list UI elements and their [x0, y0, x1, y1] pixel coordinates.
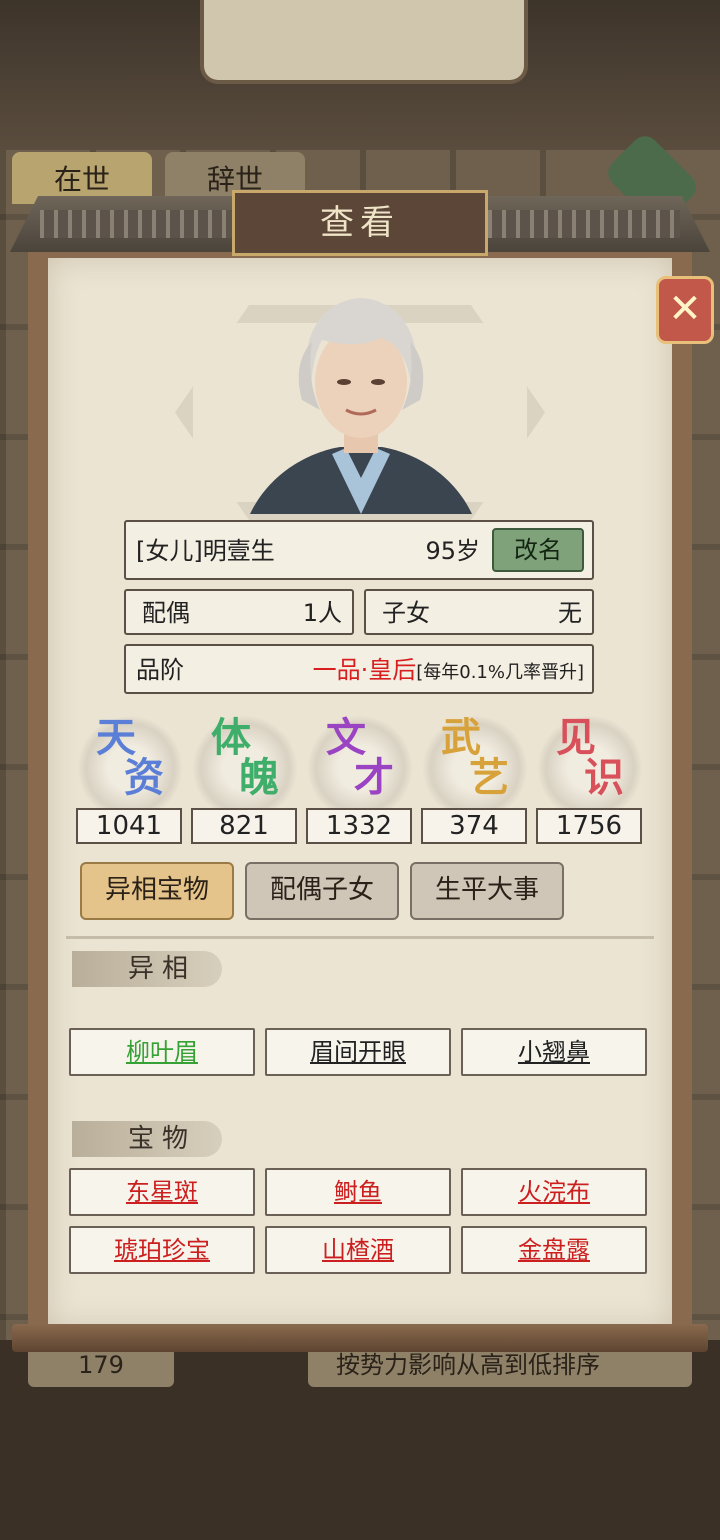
treasure-item[interactable]: 火浣布: [461, 1168, 647, 1216]
tab-spouse-children[interactable]: 配偶子女: [245, 862, 399, 920]
stat-physique-name: 体 魄: [193, 718, 297, 798]
rank-info: 一品·皇后[每年0.1%几率晋升]: [313, 646, 584, 697]
stat-aptitude-char2: 资: [124, 755, 164, 801]
treasure-item[interactable]: 金盘露: [461, 1226, 647, 1274]
dialog-scroll-bottom: [12, 1324, 708, 1352]
trait-item[interactable]: 柳叶眉: [69, 1028, 255, 1076]
background-painting: [200, 0, 528, 84]
stat-aptitude-char1: 天: [96, 715, 136, 761]
character-name: [女儿]明壹生: [136, 537, 275, 565]
stat-insight-value: 1756: [536, 808, 642, 844]
treasure-item[interactable]: 琥珀珍宝: [69, 1226, 255, 1274]
stat-literary-value: 1332: [306, 808, 412, 844]
stat-martial-value: 374: [421, 808, 527, 844]
rank-value: 一品·皇后: [312, 656, 417, 684]
trait-item[interactable]: 小翘鼻: [461, 1028, 647, 1076]
rank-label: 品阶: [136, 656, 184, 684]
stat-physique-value: 821: [191, 808, 297, 844]
character-portrait: [250, 298, 472, 514]
treasure-item[interactable]: 山楂酒: [265, 1226, 451, 1274]
spouse-label: 配偶: [142, 599, 190, 627]
stat-martial-char2: 艺: [469, 755, 509, 801]
dialog-title: 查看: [232, 190, 488, 256]
stat-insight-char2: 识: [584, 755, 624, 801]
children-value: 无: [558, 599, 582, 627]
stat-insight-name: 见 识: [538, 718, 642, 798]
close-icon[interactable]: ✕: [656, 276, 714, 344]
rename-button[interactable]: 改名: [492, 528, 584, 572]
rank-note: [每年0.1%几率晋升]: [416, 662, 584, 683]
stat-aptitude-value: 1041: [76, 808, 182, 844]
stat-physique-char1: 体: [211, 715, 251, 761]
stat-literary-char1: 文: [326, 715, 366, 761]
trait-item[interactable]: 眉间开眼: [265, 1028, 451, 1076]
stat-insight-char1: 见: [556, 715, 596, 761]
stat-literary-name: 文 才: [308, 718, 412, 798]
rank-box: 品阶 一品·皇后[每年0.1%几率晋升]: [124, 644, 594, 694]
stat-literary-char2: 才: [354, 755, 394, 801]
stat-martial-name: 武 艺: [423, 718, 527, 798]
treasure-item[interactable]: 东星斑: [69, 1168, 255, 1216]
treasure-item[interactable]: 鲥鱼: [265, 1168, 451, 1216]
stat-aptitude-name: 天 资: [78, 718, 182, 798]
character-age: 95岁: [425, 537, 480, 565]
section-divider: [66, 936, 654, 939]
spouse-box: 配偶 1人: [124, 589, 354, 635]
treasures-section-title: 宝物: [72, 1121, 222, 1157]
tab-traits-treasures[interactable]: 异相宝物: [80, 862, 234, 920]
children-box: 子女 无: [364, 589, 594, 635]
stat-physique-char2: 魄: [239, 755, 279, 801]
tab-life-events[interactable]: 生平大事: [410, 862, 564, 920]
children-label: 子女: [382, 599, 430, 627]
stat-martial-char1: 武: [441, 715, 481, 761]
spouse-value: 1人: [302, 599, 342, 627]
traits-section-title: 异相: [72, 951, 222, 987]
